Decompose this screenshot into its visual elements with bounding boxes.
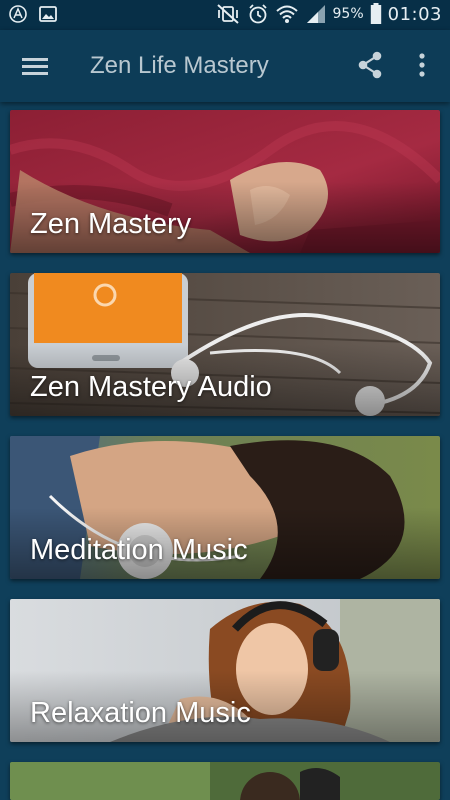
card-zen-mastery[interactable]: Zen Mastery — [10, 110, 440, 253]
app-title: Zen Life Mastery — [90, 52, 269, 79]
battery-percentage: 95% — [332, 6, 364, 22]
share-button[interactable] — [353, 48, 387, 82]
more-vert-icon — [419, 53, 425, 77]
overflow-menu-button[interactable] — [410, 48, 434, 82]
app-toolbar: Zen Life Mastery — [0, 30, 450, 102]
vibrate-mute-icon — [216, 4, 239, 24]
app-notification-icon — [9, 5, 27, 23]
image-notification-icon — [39, 6, 57, 22]
alarm-icon — [248, 4, 267, 24]
card-title: Relaxation Music — [30, 697, 251, 729]
signal-icon — [306, 5, 325, 23]
partial-card-image — [10, 762, 440, 800]
card-title: Meditation Music — [30, 534, 248, 566]
hamburger-menu-button[interactable] — [18, 50, 52, 82]
hamburger-icon — [22, 58, 48, 75]
card-meditation-music[interactable]: Meditation Music — [10, 436, 440, 579]
share-icon — [358, 51, 382, 79]
wifi-icon — [275, 5, 298, 23]
clock: 01:03 — [387, 3, 442, 25]
card-relaxation-music[interactable]: Relaxation Music — [10, 599, 440, 742]
battery-icon — [370, 3, 381, 24]
card-title: Zen Mastery — [30, 208, 192, 240]
card-partial[interactable] — [10, 762, 440, 800]
card-zen-mastery-audio[interactable]: Zen Mastery Audio — [10, 273, 440, 416]
card-title: Zen Mastery Audio — [30, 371, 272, 403]
status-bar: 95% 01:03 — [0, 0, 450, 30]
